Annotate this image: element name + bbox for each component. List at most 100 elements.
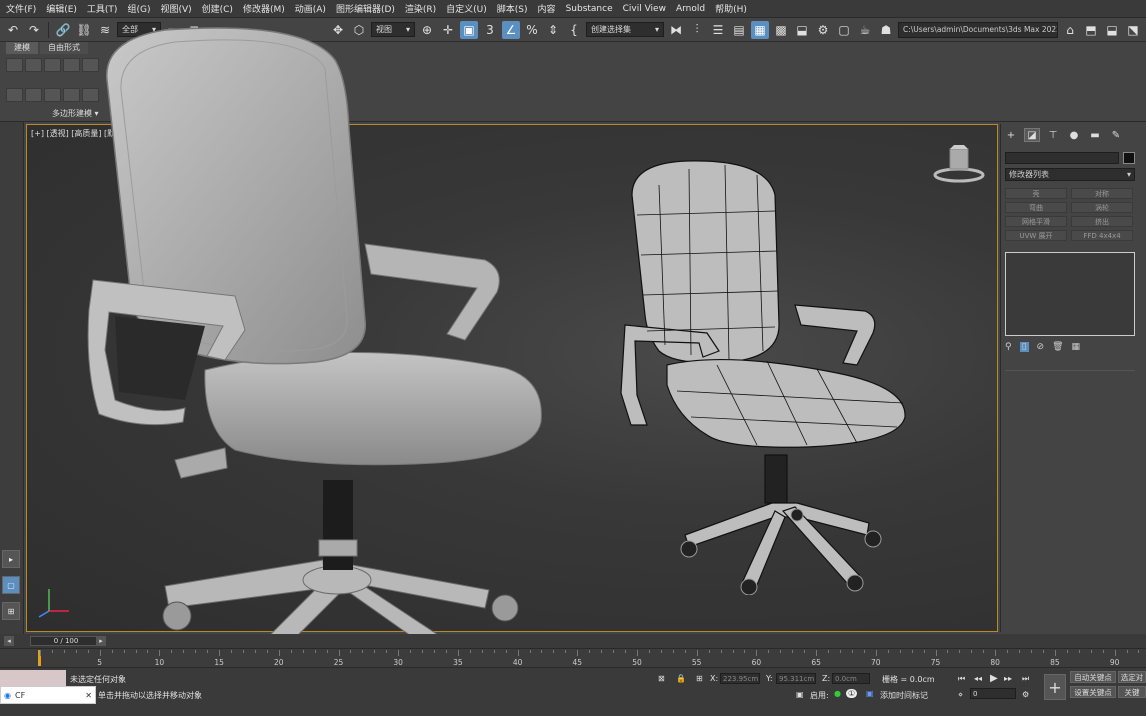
menu-item[interactable]: Civil View <box>621 4 674 14</box>
time-config-icon[interactable]: ⚙ <box>1022 690 1029 699</box>
key-mode-icon[interactable]: ⋄ <box>958 690 963 699</box>
auto-key-button[interactable]: 自动关键点 <box>1070 671 1116 683</box>
menu-item[interactable]: 创建(C) <box>200 2 241 15</box>
ribbon-button[interactable] <box>25 58 42 72</box>
quad-viewport-layout-icon[interactable]: ⊞ <box>2 602 20 620</box>
show-end-result-icon[interactable]: ▯ <box>1019 342 1029 352</box>
go-to-start-icon[interactable]: ⏮ <box>958 674 965 684</box>
time-slider-thumb[interactable]: 0 / 100 <box>30 636 102 646</box>
prev-frame-arrow-icon[interactable]: ◂ <box>4 636 14 646</box>
menu-item[interactable]: 组(G) <box>125 2 158 15</box>
menu-item[interactable]: 内容 <box>536 2 564 15</box>
menu-item[interactable]: Substance <box>564 4 621 14</box>
menu-item[interactable]: 编辑(E) <box>44 2 85 15</box>
next-frame-arrow-icon[interactable]: ▸ <box>96 636 106 646</box>
key-filters-button[interactable]: 关键 <box>1118 686 1146 698</box>
set-key-plus-icon[interactable]: + <box>1044 674 1066 700</box>
adaptive-degradation-icon[interactable]: ▣ <box>796 690 804 699</box>
create-tab-icon[interactable]: + <box>1003 128 1019 142</box>
edit-named-selection-icon[interactable]: { <box>565 21 583 39</box>
menu-item[interactable]: 脚本(S) <box>495 2 536 15</box>
rendered-frame-icon[interactable]: ▢ <box>835 21 853 39</box>
motion-tab-icon[interactable]: ● <box>1066 128 1082 142</box>
current-frame-field[interactable]: 0 <box>970 688 1016 699</box>
set-key-button[interactable]: 设置关键点 <box>1070 686 1116 698</box>
ribbon-tab-freeform[interactable]: 自由形式 <box>40 42 88 54</box>
project-folder-icon[interactable]: ⌂ <box>1061 21 1079 39</box>
menu-item[interactable]: Arnold <box>674 4 713 14</box>
menu-item[interactable]: 修改器(M) <box>241 2 293 15</box>
modifier-stack[interactable] <box>1005 252 1135 336</box>
ribbon-button[interactable] <box>63 88 80 102</box>
selected-keys-dropdown[interactable]: 选定对 <box>1118 671 1146 683</box>
open-recent-icon[interactable]: ⬓ <box>1103 21 1121 39</box>
enable-indicator-icon[interactable]: ● <box>834 689 841 698</box>
go-to-end-icon[interactable]: ⏭ <box>1022 674 1029 684</box>
render-active-icon[interactable]: ☗ <box>877 21 895 39</box>
layer-explorer-icon[interactable]: ☰ <box>709 21 727 39</box>
align-icon[interactable]: ⫶ <box>688 21 706 39</box>
open-folder-icon[interactable]: ⬒ <box>1082 21 1100 39</box>
scene-explorer-icon[interactable]: ⬔ <box>1124 21 1142 39</box>
ribbon-tab-modeling[interactable]: 建模 <box>6 42 38 54</box>
menu-item[interactable]: 自定义(U) <box>444 2 495 15</box>
menu-item[interactable]: 动画(A) <box>293 2 334 15</box>
y-coord-field[interactable]: 95.311cm <box>776 673 816 684</box>
ribbon-button[interactable] <box>63 58 80 72</box>
bend-modifier-button[interactable]: 弯曲 <box>1005 202 1067 213</box>
configure-sets-icon[interactable]: ▦ <box>1072 342 1081 352</box>
schematic-view-icon[interactable]: ▩ <box>772 21 790 39</box>
taskbar-app-item[interactable]: ◉ CF ✕ <box>0 686 96 704</box>
make-unique-icon[interactable]: ⊘ <box>1037 342 1045 352</box>
next-key-icon[interactable]: ▸▸ <box>1004 674 1012 683</box>
utilities-tab-icon[interactable]: ✎ <box>1108 128 1124 142</box>
ribbon-button[interactable] <box>44 58 61 72</box>
render-setup-icon[interactable]: ⚙ <box>814 21 832 39</box>
modify-tab-icon[interactable]: ◪ <box>1024 128 1040 142</box>
link-icon[interactable]: 🔗 <box>54 21 72 39</box>
curve-editor-icon[interactable]: ▦ <box>751 20 769 39</box>
toggle-ribbon-icon[interactable]: ▤ <box>730 21 748 39</box>
redo-icon[interactable]: ↷ <box>25 21 43 39</box>
shell-modifier-button[interactable]: 壳 <box>1005 188 1067 199</box>
shaded-chair-model[interactable] <box>85 20 550 700</box>
render-production-icon[interactable]: ☕ <box>856 21 874 39</box>
track-bar[interactable]: 5 10 15 20 25 30 35 40 45 50 55 60 65 70 75 80 85 90 <box>0 648 1146 668</box>
uvw-unwrap-modifier-button[interactable]: UVW 展开 <box>1005 230 1067 241</box>
menu-item[interactable]: 渲染(R) <box>403 2 444 15</box>
menu-item[interactable]: 帮助(H) <box>713 2 755 15</box>
named-selection-dropdown[interactable]: 创建选择集 ▾ <box>586 22 664 37</box>
menu-item[interactable]: 文件(F) <box>4 2 44 15</box>
ribbon-button[interactable] <box>6 88 23 102</box>
menu-item[interactable]: 图形编辑器(D) <box>334 2 403 15</box>
menu-item[interactable]: 工具(T) <box>85 2 126 15</box>
pin-stack-icon[interactable]: ⚲ <box>1005 342 1012 352</box>
ribbon-button[interactable] <box>44 88 61 102</box>
absolute-mode-icon[interactable]: ⊞ <box>696 674 703 683</box>
single-viewport-layout-icon[interactable]: ▢ <box>2 576 20 594</box>
x-coord-field[interactable]: 223.95cm <box>720 673 760 684</box>
ffd-modifier-button[interactable]: FFD 4x4x4 <box>1071 230 1133 241</box>
ribbon-button[interactable] <box>6 58 23 72</box>
turbosmooth-modifier-button[interactable]: 涡轮 <box>1071 202 1133 213</box>
ribbon-button[interactable] <box>25 88 42 102</box>
expand-arrow-icon[interactable]: ▸ <box>2 550 20 568</box>
enable-toggle-icon[interactable]: ① <box>846 689 858 698</box>
time-tag-icon[interactable]: ▣ <box>866 689 874 698</box>
project-path-field[interactable]: C:\Users\admin\Documents\3ds Max 2022 <box>898 21 1058 38</box>
isolate-selection-icon[interactable]: ⊠ <box>658 674 665 683</box>
object-color-swatch[interactable] <box>1123 152 1135 164</box>
z-coord-field[interactable]: 0.0cm <box>832 673 870 684</box>
modifier-list-dropdown[interactable]: 修改器列表 ▾ <box>1005 168 1135 181</box>
viewcube-icon[interactable] <box>931 143 987 183</box>
extrude-modifier-button[interactable]: 挤出 <box>1071 216 1133 227</box>
object-name-field[interactable] <box>1005 152 1119 164</box>
material-editor-icon[interactable]: ⬓ <box>793 21 811 39</box>
display-tab-icon[interactable]: ▬ <box>1087 128 1103 142</box>
selection-lock-icon[interactable]: 🔒 <box>676 674 686 683</box>
prev-key-icon[interactable]: ◂◂ <box>974 674 982 683</box>
remove-modifier-icon[interactable]: 🗑 <box>1052 342 1063 352</box>
wireframe-chair-model[interactable] <box>607 155 927 595</box>
menu-item[interactable]: 视图(V) <box>158 2 199 15</box>
symmetry-modifier-button[interactable]: 对称 <box>1071 188 1133 199</box>
